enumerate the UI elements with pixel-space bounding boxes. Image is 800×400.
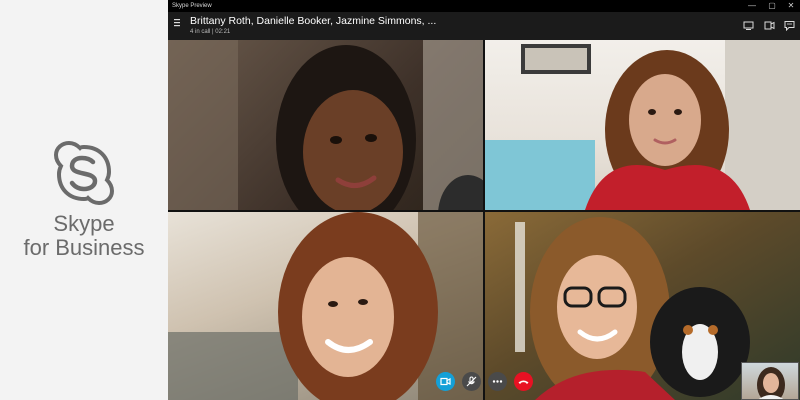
- phone-hangup-icon: [518, 380, 529, 384]
- camera-switch-icon[interactable]: [764, 20, 775, 31]
- self-view-video[interactable]: [741, 362, 799, 400]
- microphone-off-icon: [466, 376, 477, 387]
- mute-button[interactable]: [462, 372, 481, 391]
- brand-panel: Skype for Business: [0, 0, 168, 400]
- hang-up-button[interactable]: [514, 372, 533, 391]
- skype-logo-icon: [53, 141, 115, 206]
- participant-video-1: [168, 40, 483, 210]
- participant-video-2: [485, 40, 800, 210]
- video-toggle-button[interactable]: [436, 372, 455, 391]
- window-titlebar: Skype Preview — ▢ ✕: [168, 0, 800, 12]
- more-dots-icon: [492, 380, 503, 383]
- video-tile-participant-2[interactable]: [485, 40, 800, 210]
- self-view-image: [757, 367, 785, 399]
- call-header: Brittany Roth, Danielle Booker, Jazmine …: [168, 12, 800, 40]
- call-participants-title: Brittany Roth, Danielle Booker, Jazmine …: [190, 15, 437, 27]
- chat-icon[interactable]: [784, 20, 795, 31]
- more-options-button[interactable]: [488, 372, 507, 391]
- maximize-button[interactable]: ▢: [763, 0, 781, 12]
- close-button[interactable]: ✕: [782, 0, 800, 12]
- brand-name-line2: for Business: [23, 235, 145, 260]
- skype-call-window: Skype Preview — ▢ ✕ Brittany Roth, Danie…: [168, 0, 800, 400]
- video-camera-icon: [440, 377, 451, 386]
- app-name: Skype Preview: [172, 3, 212, 9]
- call-status: 4 in call | 02:21: [190, 29, 231, 35]
- video-tile-participant-1[interactable]: [168, 40, 483, 210]
- screen-share-icon[interactable]: [743, 20, 754, 31]
- minimize-button[interactable]: —: [743, 0, 761, 12]
- menu-icon[interactable]: [174, 19, 180, 27]
- brand-name-line1: Skype: [53, 211, 115, 236]
